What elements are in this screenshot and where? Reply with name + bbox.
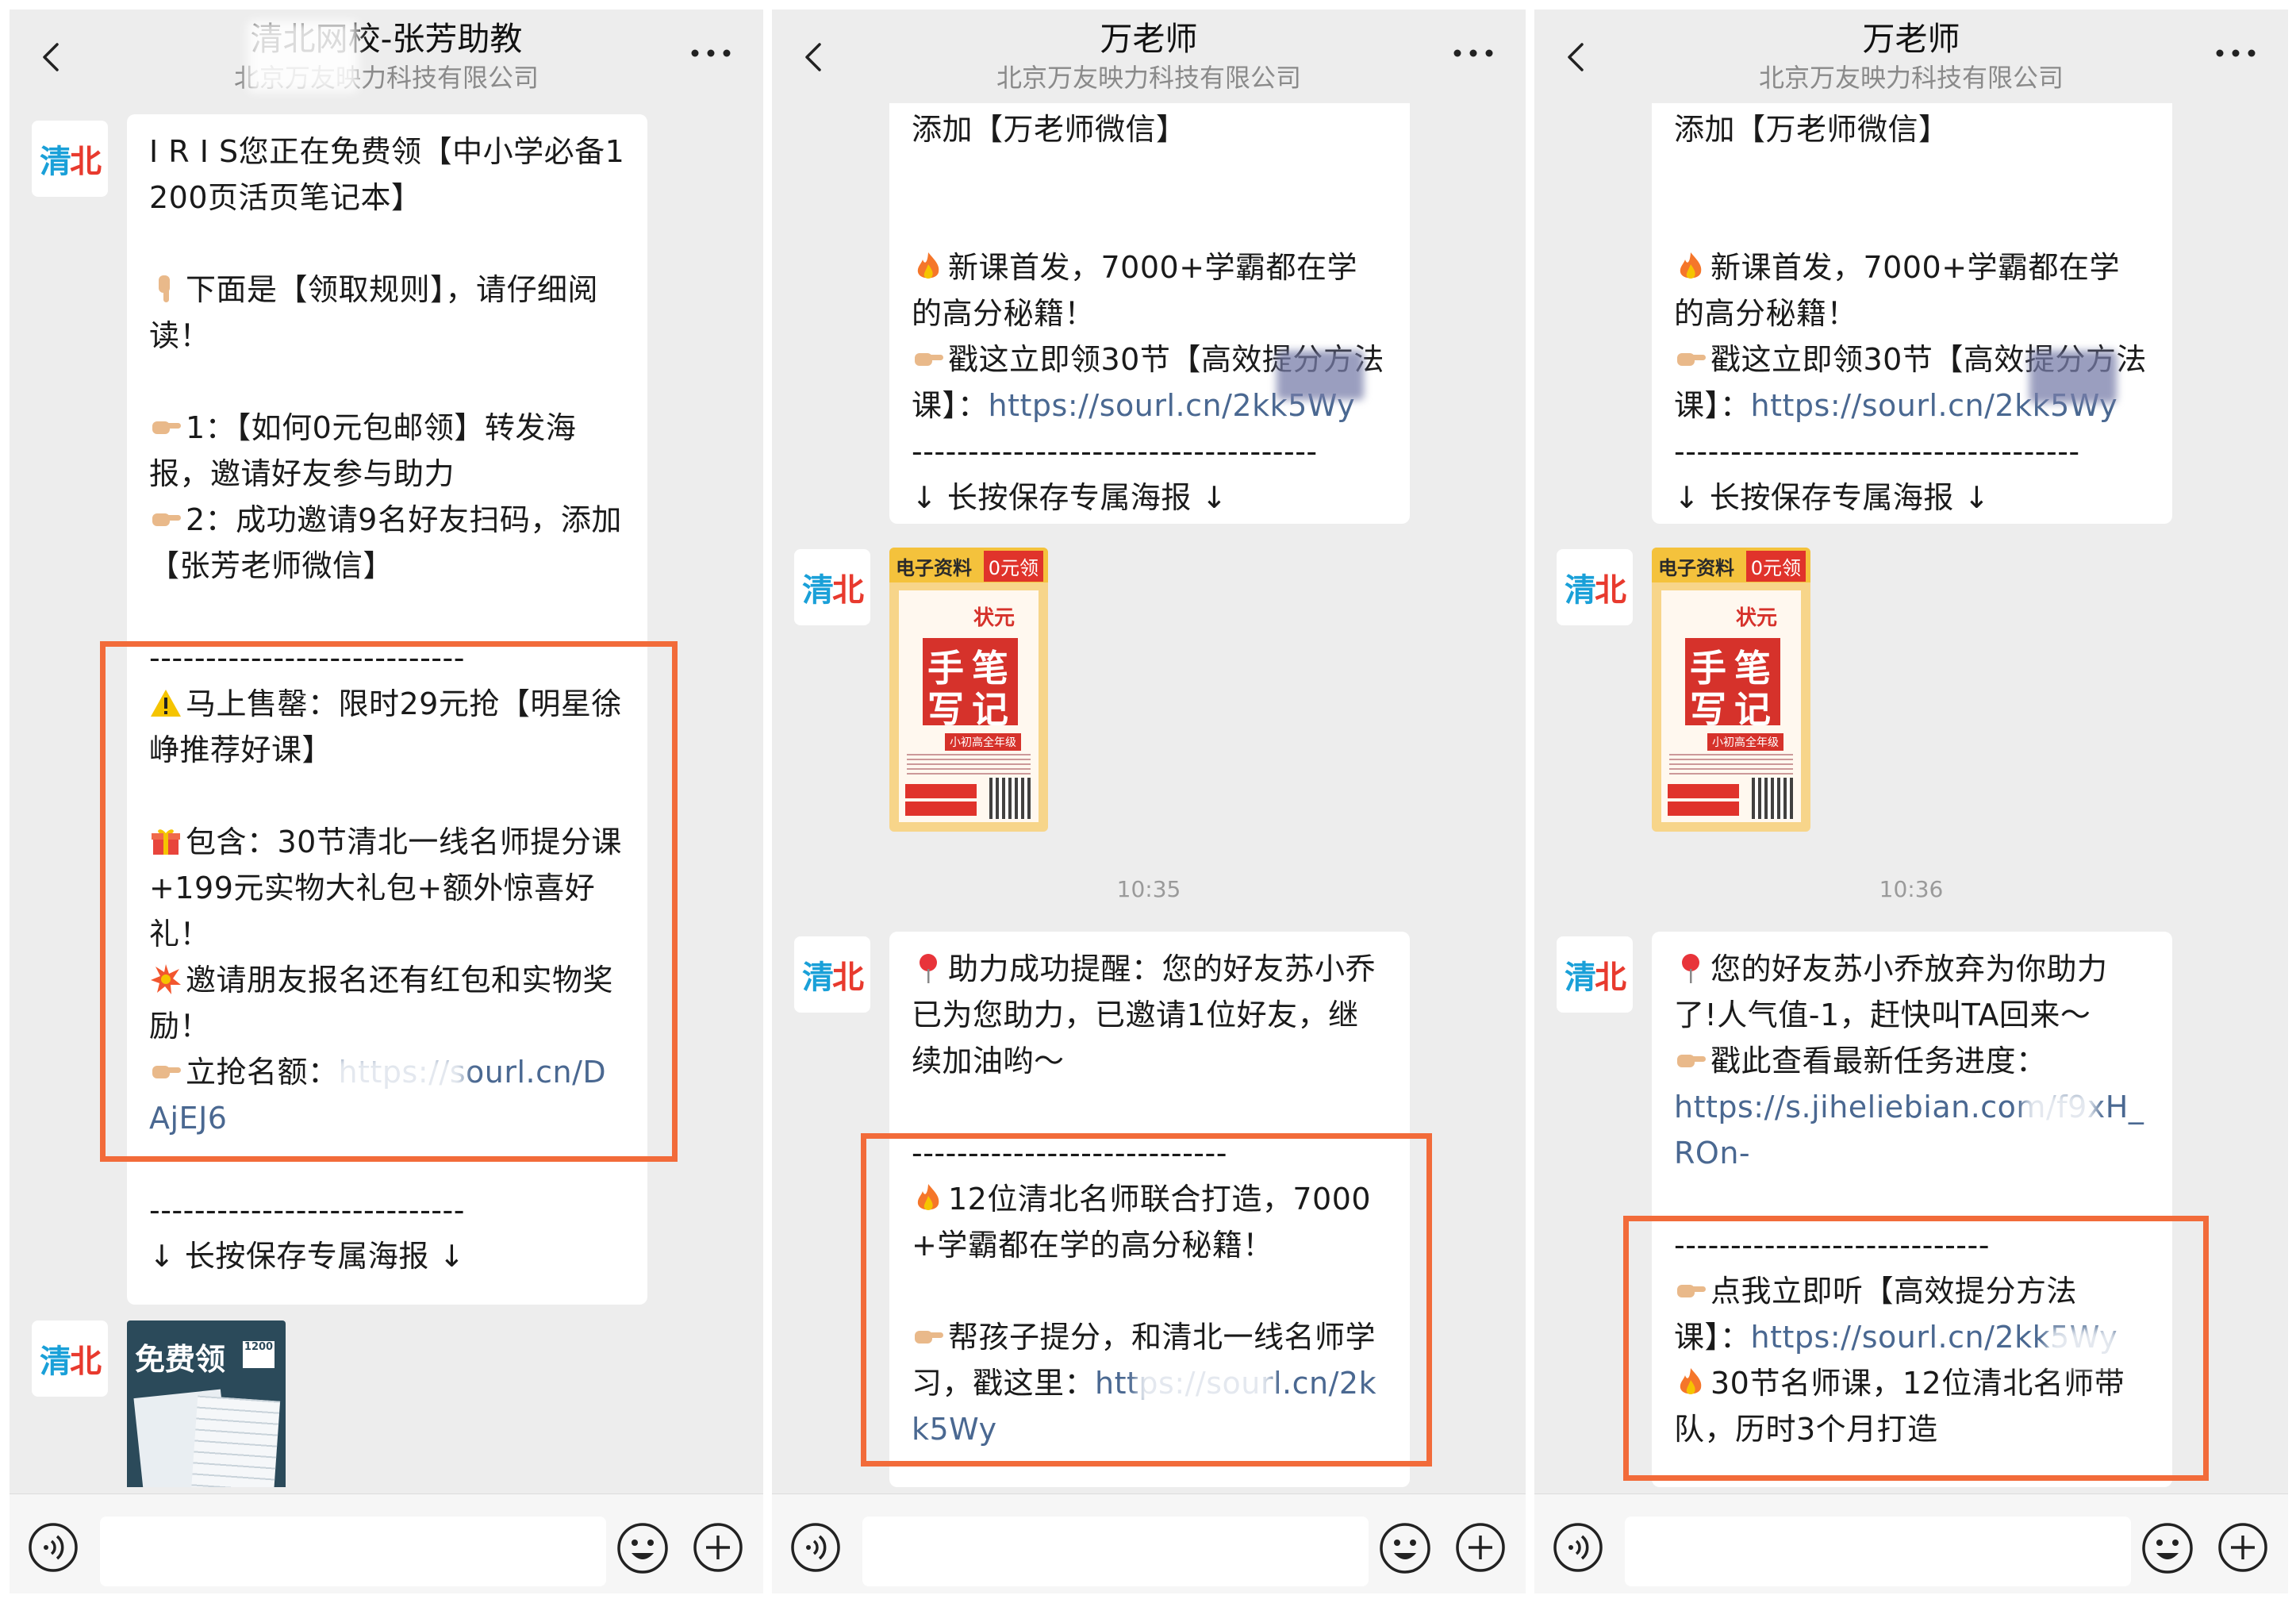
back-icon[interactable]	[797, 40, 832, 75]
sender-avatar[interactable]: 清北	[1557, 936, 1633, 1013]
blur-mask	[248, 21, 359, 92]
pointing-right-icon	[915, 353, 943, 366]
pointing-right-icon	[152, 421, 181, 434]
collision-icon	[151, 964, 181, 994]
message-bubble[interactable]: 添加【万老师微信】 新课首发，7000+学霸都在学的高分秘籍！ 戳这立即领30节…	[1652, 89, 2172, 524]
fire-icon	[1680, 252, 1702, 279]
voice-icon[interactable]	[27, 1521, 79, 1574]
blur-mask	[330, 1057, 465, 1105]
input-bar	[772, 1493, 1526, 1593]
voice-icon[interactable]	[1552, 1521, 1604, 1574]
note-poster-image[interactable]: 电子资料 0元领 状元 手 笔 写 记 小初高全年级	[889, 548, 1048, 832]
plus-icon[interactable]	[692, 1521, 744, 1574]
chat-title: 万老师	[1100, 20, 1198, 58]
warning-icon	[151, 690, 181, 717]
fire-icon	[1680, 1368, 1702, 1394]
chat-window-wanlaoshi-2: 添加【万老师微信】 新课首发，7000+学霸都在学的高分秘籍！ 戳这立即领30节…	[1534, 10, 2288, 1593]
blur-mask	[2025, 1092, 2096, 1132]
message-input[interactable]	[1625, 1517, 2131, 1586]
pointing-right-icon	[1677, 1055, 1706, 1067]
gift-icon	[152, 829, 180, 855]
message-bubble[interactable]: 助力成功提醒：您的好友苏小乔 已为您助力，已邀请1位好友，继续加油哟～ ----…	[889, 932, 1410, 1487]
pin-icon	[920, 954, 937, 983]
more-options-icon[interactable]	[2212, 41, 2260, 65]
pointing-right-icon	[1677, 1285, 1706, 1297]
pointing-down-icon	[159, 275, 170, 302]
message-bubble[interactable]: 您的好友苏小乔放弃为你助力了!人气值-1，赶快叫TA回来～ 戳此查看最新任务进度…	[1652, 932, 2172, 1487]
message-text: 添加【万老师微信】 新课首发，7000+学霸都在学的高分秘籍！ 戳这立即领30节…	[912, 112, 1384, 515]
message-text: 添加【万老师微信】 新课首发，7000+学霸都在学的高分秘籍！ 戳这立即领30节…	[1674, 112, 2147, 515]
blur-mask	[2047, 1328, 2118, 1368]
pointing-right-icon	[915, 1331, 943, 1344]
sender-avatar[interactable]: 清北	[794, 936, 870, 1013]
chat-window-wanlaoshi-1: 添加【万老师微信】 新课首发，7000+学霸都在学的高分秘籍！ 戳这立即领30节…	[772, 10, 1526, 1593]
emoji-icon[interactable]	[1378, 1521, 1432, 1575]
message-bubble[interactable]: 添加【万老师微信】 新课首发，7000+学霸都在学的高分秘籍！ 戳这立即领30节…	[889, 89, 1410, 524]
sender-avatar[interactable]: 清北	[1557, 549, 1633, 625]
chat-header: 万老师 北京万友映力科技有限公司	[1534, 10, 2288, 103]
sender-avatar[interactable]: 清北	[794, 549, 870, 625]
fire-icon	[917, 252, 939, 279]
message-text: I R I S您正在免费领【中小学必备1200页活页笔记本】 下面是【领取规则】…	[149, 134, 625, 1274]
chat-subtitle: 北京万友映力科技有限公司	[233, 63, 539, 93]
blur-mask	[1137, 1359, 1272, 1406]
plus-icon[interactable]	[2217, 1521, 2269, 1574]
message-timestamp: 10:35	[1116, 876, 1181, 902]
chat-header: 清北网校-张芳助教 北京万友映力科技有限公司	[10, 10, 763, 103]
sender-avatar[interactable]: 清北	[32, 121, 108, 197]
blur-mask	[2029, 351, 2117, 403]
input-bar	[10, 1493, 763, 1593]
chat-window-zhangfang: 清北网校-张芳助教 北京万友映力科技有限公司 清北 I R I S您正在免费领【…	[10, 10, 763, 1593]
pin-icon	[1682, 954, 1699, 983]
chat-title: 万老师	[1862, 20, 1960, 58]
chat-header: 万老师 北京万友映力科技有限公司	[772, 10, 1526, 103]
pointing-right-icon	[152, 1066, 181, 1078]
plus-icon[interactable]	[1454, 1521, 1507, 1574]
chat-title: 清北网校-张芳助教	[250, 20, 523, 58]
notebook-poster-image[interactable]: 免费领 1200	[127, 1320, 286, 1487]
message-input[interactable]	[100, 1517, 606, 1586]
message-bubble[interactable]: I R I S您正在免费领【中小学必备1200页活页笔记本】 下面是【领取规则】…	[127, 114, 647, 1305]
pointing-right-icon	[152, 513, 181, 526]
back-icon[interactable]	[35, 40, 70, 75]
more-options-icon[interactable]	[1449, 41, 1497, 65]
chat-subtitle: 北京万友映力科技有限公司	[1758, 63, 2064, 93]
chat-subtitle: 北京万友映力科技有限公司	[996, 63, 1301, 93]
message-input[interactable]	[862, 1517, 1369, 1586]
message-text: 您的好友苏小乔放弃为你助力了!人气值-1，赶快叫TA回来～ 戳此查看最新任务进度…	[1674, 951, 2144, 1447]
emoji-icon[interactable]	[616, 1521, 670, 1575]
back-icon[interactable]	[1560, 40, 1595, 75]
input-bar	[1534, 1493, 2288, 1593]
note-poster-image[interactable]: 电子资料 0元领 状元 手 笔 写 记 小初高全年级	[1652, 548, 1810, 832]
voice-icon[interactable]	[789, 1521, 842, 1574]
message-timestamp: 10:36	[1879, 876, 1944, 902]
blur-mask	[1277, 351, 1364, 400]
emoji-icon[interactable]	[2141, 1521, 2194, 1575]
more-options-icon[interactable]	[687, 41, 735, 65]
fire-icon	[917, 1184, 939, 1210]
sender-avatar[interactable]: 清北	[32, 1320, 108, 1397]
pointing-right-icon	[1677, 353, 1706, 366]
